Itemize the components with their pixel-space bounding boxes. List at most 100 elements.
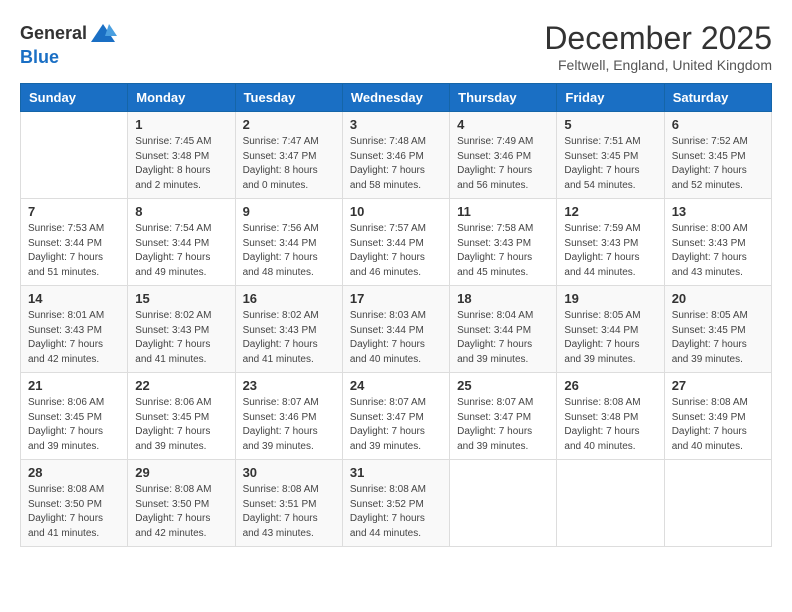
calendar-cell: 13 Sunrise: 8:00 AM Sunset: 3:43 PM Dayli… — [664, 199, 771, 286]
calendar-cell: 25 Sunrise: 8:07 AM Sunset: 3:47 PM Dayli… — [450, 373, 557, 460]
day-number: 25 — [457, 378, 549, 393]
day-number: 12 — [564, 204, 656, 219]
day-info: Sunrise: 7:51 AM Sunset: 3:45 PM Dayligh… — [564, 135, 656, 193]
week-row-4: 21 Sunrise: 8:06 AM Sunset: 3:45 PM Dayli… — [21, 373, 772, 460]
week-row-3: 14 Sunrise: 8:01 AM Sunset: 3:43 PM Dayli… — [21, 286, 772, 373]
header-tuesday: Tuesday — [235, 84, 342, 112]
calendar-cell — [664, 460, 771, 547]
calendar-cell: 18Sunrise: 8:04 AM Sunset: 3:44 PM Dayli… — [450, 286, 557, 373]
calendar-cell: 2Sunrise: 7:47 AM Sunset: 3:47 PM Daylig… — [235, 112, 342, 199]
day-number: 28 — [28, 465, 120, 480]
day-info: Sunrise: 8:06 AM Sunset: 3:45 PM Dayligh… — [135, 396, 227, 454]
day-number: 1 — [135, 117, 227, 132]
day-number: 20 — [672, 291, 764, 306]
day-info: Sunrise: 7:47 AM Sunset: 3:47 PM Dayligh… — [243, 135, 335, 193]
calendar-cell: 17Sunrise: 8:03 AM Sunset: 3:44 PM Dayli… — [342, 286, 449, 373]
calendar-cell: 4Sunrise: 7:49 AM Sunset: 3:46 PM Daylig… — [450, 112, 557, 199]
day-info: Sunrise: 7:54 AM Sunset: 3:44 PM Dayligh… — [135, 222, 227, 280]
calendar-cell: 1 Sunrise: 7:45 AM Sunset: 3:48 PM Daylig… — [128, 112, 235, 199]
week-row-2: 7 Sunrise: 7:53 AM Sunset: 3:44 PM Daylig… — [21, 199, 772, 286]
day-number: 23 — [243, 378, 335, 393]
calendar-cell: 29 Sunrise: 8:08 AM Sunset: 3:50 PM Dayli… — [128, 460, 235, 547]
header-monday: Monday — [128, 84, 235, 112]
day-number: 27 — [672, 378, 764, 393]
calendar-cell: 30Sunrise: 8:08 AM Sunset: 3:51 PM Dayli… — [235, 460, 342, 547]
day-info: Sunrise: 8:08 AM Sunset: 3:50 PM Dayligh… — [28, 483, 120, 541]
calendar-cell: 31Sunrise: 8:08 AM Sunset: 3:52 PM Dayli… — [342, 460, 449, 547]
calendar-cell: 14 Sunrise: 8:01 AM Sunset: 3:43 PM Dayli… — [21, 286, 128, 373]
week-row-1: 1 Sunrise: 7:45 AM Sunset: 3:48 PM Daylig… — [21, 112, 772, 199]
day-info: Sunrise: 7:48 AM Sunset: 3:46 PM Dayligh… — [350, 135, 442, 193]
day-number: 10 — [350, 204, 442, 219]
day-number: 31 — [350, 465, 442, 480]
day-info: Sunrise: 8:04 AM Sunset: 3:44 PM Dayligh… — [457, 309, 549, 367]
day-number: 13 — [672, 204, 764, 219]
day-info: Sunrise: 7:52 AM Sunset: 3:45 PM Dayligh… — [672, 135, 764, 193]
calendar-cell: 3 Sunrise: 7:48 AM Sunset: 3:46 PM Daylig… — [342, 112, 449, 199]
calendar-cell — [557, 460, 664, 547]
header-wednesday: Wednesday — [342, 84, 449, 112]
day-info: Sunrise: 8:07 AM Sunset: 3:47 PM Dayligh… — [350, 396, 442, 454]
calendar-cell: 8Sunrise: 7:54 AM Sunset: 3:44 PM Daylig… — [128, 199, 235, 286]
day-number: 22 — [135, 378, 227, 393]
day-number: 19 — [564, 291, 656, 306]
logo-blue: Blue — [20, 47, 59, 67]
day-number: 5 — [564, 117, 656, 132]
calendar-cell — [21, 112, 128, 199]
header-sunday: Sunday — [21, 84, 128, 112]
day-info: Sunrise: 8:02 AM Sunset: 3:43 PM Dayligh… — [135, 309, 227, 367]
day-number: 9 — [243, 204, 335, 219]
day-number: 29 — [135, 465, 227, 480]
day-info: Sunrise: 8:07 AM Sunset: 3:46 PM Dayligh… — [243, 396, 335, 454]
day-number: 30 — [243, 465, 335, 480]
week-row-5: 28 Sunrise: 8:08 AM Sunset: 3:50 PM Dayli… — [21, 460, 772, 547]
day-number: 4 — [457, 117, 549, 132]
calendar-cell: 10 Sunrise: 7:57 AM Sunset: 3:44 PM Dayli… — [342, 199, 449, 286]
day-info: Sunrise: 7:57 AM Sunset: 3:44 PM Dayligh… — [350, 222, 442, 280]
calendar-cell: 27 Sunrise: 8:08 AM Sunset: 3:49 PM Dayli… — [664, 373, 771, 460]
day-info: Sunrise: 8:02 AM Sunset: 3:43 PM Dayligh… — [243, 309, 335, 367]
logo-general: General — [20, 24, 87, 44]
calendar-cell: 26Sunrise: 8:08 AM Sunset: 3:48 PM Dayli… — [557, 373, 664, 460]
day-number: 6 — [672, 117, 764, 132]
day-info: Sunrise: 8:00 AM Sunset: 3:43 PM Dayligh… — [672, 222, 764, 280]
calendar-cell: 5 Sunrise: 7:51 AM Sunset: 3:45 PM Daylig… — [557, 112, 664, 199]
calendar-cell: 28 Sunrise: 8:08 AM Sunset: 3:50 PM Dayli… — [21, 460, 128, 547]
day-number: 15 — [135, 291, 227, 306]
day-info: Sunrise: 8:08 AM Sunset: 3:49 PM Dayligh… — [672, 396, 764, 454]
day-number: 7 — [28, 204, 120, 219]
calendar-cell: 23 Sunrise: 8:07 AM Sunset: 3:46 PM Dayli… — [235, 373, 342, 460]
calendar-cell: 19 Sunrise: 8:05 AM Sunset: 3:44 PM Dayli… — [557, 286, 664, 373]
day-number: 21 — [28, 378, 120, 393]
day-number: 3 — [350, 117, 442, 132]
day-info: Sunrise: 7:58 AM Sunset: 3:43 PM Dayligh… — [457, 222, 549, 280]
day-info: Sunrise: 8:08 AM Sunset: 3:50 PM Dayligh… — [135, 483, 227, 541]
day-info: Sunrise: 8:05 AM Sunset: 3:45 PM Dayligh… — [672, 309, 764, 367]
header-saturday: Saturday — [664, 84, 771, 112]
day-info: Sunrise: 7:45 AM Sunset: 3:48 PM Dayligh… — [135, 135, 227, 193]
month-title: December 2025 — [544, 20, 772, 57]
calendar-cell: 11Sunrise: 7:58 AM Sunset: 3:43 PM Dayli… — [450, 199, 557, 286]
location: Feltwell, England, United Kingdom — [544, 57, 772, 73]
calendar-cell: 12 Sunrise: 7:59 AM Sunset: 3:43 PM Dayli… — [557, 199, 664, 286]
day-info: Sunrise: 8:03 AM Sunset: 3:44 PM Dayligh… — [350, 309, 442, 367]
day-info: Sunrise: 8:06 AM Sunset: 3:45 PM Dayligh… — [28, 396, 120, 454]
day-info: Sunrise: 7:53 AM Sunset: 3:44 PM Dayligh… — [28, 222, 120, 280]
page-header: General Blue December 2025 Feltwell, Eng… — [20, 20, 772, 73]
day-info: Sunrise: 8:08 AM Sunset: 3:48 PM Dayligh… — [564, 396, 656, 454]
day-info: Sunrise: 7:59 AM Sunset: 3:43 PM Dayligh… — [564, 222, 656, 280]
day-number: 16 — [243, 291, 335, 306]
header-friday: Friday — [557, 84, 664, 112]
calendar-cell: 7 Sunrise: 7:53 AM Sunset: 3:44 PM Daylig… — [21, 199, 128, 286]
calendar-cell: 15 Sunrise: 8:02 AM Sunset: 3:43 PM Dayli… — [128, 286, 235, 373]
calendar-cell: 6 Sunrise: 7:52 AM Sunset: 3:45 PM Daylig… — [664, 112, 771, 199]
day-info: Sunrise: 8:01 AM Sunset: 3:43 PM Dayligh… — [28, 309, 120, 367]
calendar-cell: 22 Sunrise: 8:06 AM Sunset: 3:45 PM Dayli… — [128, 373, 235, 460]
day-number: 14 — [28, 291, 120, 306]
calendar-cell: 9Sunrise: 7:56 AM Sunset: 3:44 PM Daylig… — [235, 199, 342, 286]
logo-icon — [89, 20, 117, 48]
day-info: Sunrise: 8:05 AM Sunset: 3:44 PM Dayligh… — [564, 309, 656, 367]
day-info: Sunrise: 8:07 AM Sunset: 3:47 PM Dayligh… — [457, 396, 549, 454]
calendar-cell: 20 Sunrise: 8:05 AM Sunset: 3:45 PM Dayli… — [664, 286, 771, 373]
title-block: December 2025 Feltwell, England, United … — [544, 20, 772, 73]
